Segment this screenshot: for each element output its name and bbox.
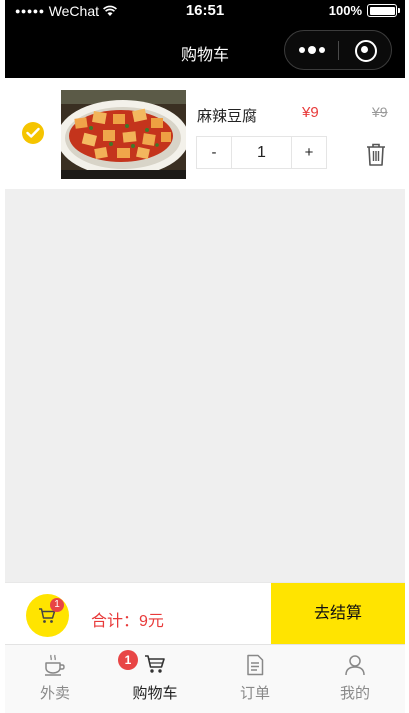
battery-percent: 100% xyxy=(328,3,362,18)
delete-trash-icon[interactable] xyxy=(365,142,387,167)
tab-label: 外卖 xyxy=(39,685,70,702)
quantity-value[interactable]: 1 xyxy=(231,137,292,168)
checkmark-icon xyxy=(26,127,40,138)
cart-count-badge: 1 xyxy=(50,598,64,612)
status-bar: ●●●●● WeChat 16:51 100% xyxy=(5,0,405,22)
tab-orders[interactable]: 订单 xyxy=(205,645,305,713)
dish-image[interactable] xyxy=(61,90,186,179)
tab-label: 订单 xyxy=(239,685,270,702)
cart-icon xyxy=(145,655,165,673)
increase-quantity-button[interactable]: + xyxy=(292,137,326,168)
tab-profile[interactable]: 我的 xyxy=(305,645,405,713)
decrease-quantity-button[interactable]: - xyxy=(197,137,231,168)
mapo-tofu-photo xyxy=(61,90,186,179)
checkout-button[interactable]: 去结算 xyxy=(271,583,405,645)
more-menu-icon[interactable] xyxy=(299,41,329,59)
phone-frame: ●●●●● WeChat 16:51 100% 购物车 麻辣豆腐 ¥9 ¥9 -… xyxy=(5,0,405,713)
tab-bar: 外卖 1 购物车 订单 我的 xyxy=(5,644,405,713)
dish-original-price: ¥9 xyxy=(372,104,388,120)
status-right: 100% xyxy=(328,3,400,18)
checkout-bar: 1 合计：9元 去结算 xyxy=(5,582,405,645)
nav-bar: 购物车 xyxy=(5,22,405,78)
cart-item-row: 麻辣豆腐 ¥9 ¥9 - 1 + xyxy=(5,78,405,189)
order-list-icon xyxy=(247,654,264,676)
dish-name: 麻辣豆腐 xyxy=(197,108,258,125)
tab-label: 购物车 xyxy=(132,685,178,702)
tab-cart[interactable]: 1 购物车 xyxy=(105,645,205,713)
item-select-checkbox[interactable] xyxy=(22,122,44,144)
user-icon xyxy=(345,655,365,676)
cart-tab-badge: 1 xyxy=(118,650,138,670)
mini-program-capsule xyxy=(284,30,392,70)
capsule-divider xyxy=(338,41,339,60)
total-amount: 合计：9元 xyxy=(91,613,164,630)
tab-label: 我的 xyxy=(339,685,370,702)
dish-price: ¥9 xyxy=(302,104,319,121)
quantity-stepper: - 1 + xyxy=(196,136,327,169)
tab-takeout[interactable]: 外卖 xyxy=(5,645,105,713)
battery-icon xyxy=(367,4,400,17)
close-mini-program-icon[interactable] xyxy=(355,40,377,62)
coffee-cup-icon xyxy=(45,654,65,676)
